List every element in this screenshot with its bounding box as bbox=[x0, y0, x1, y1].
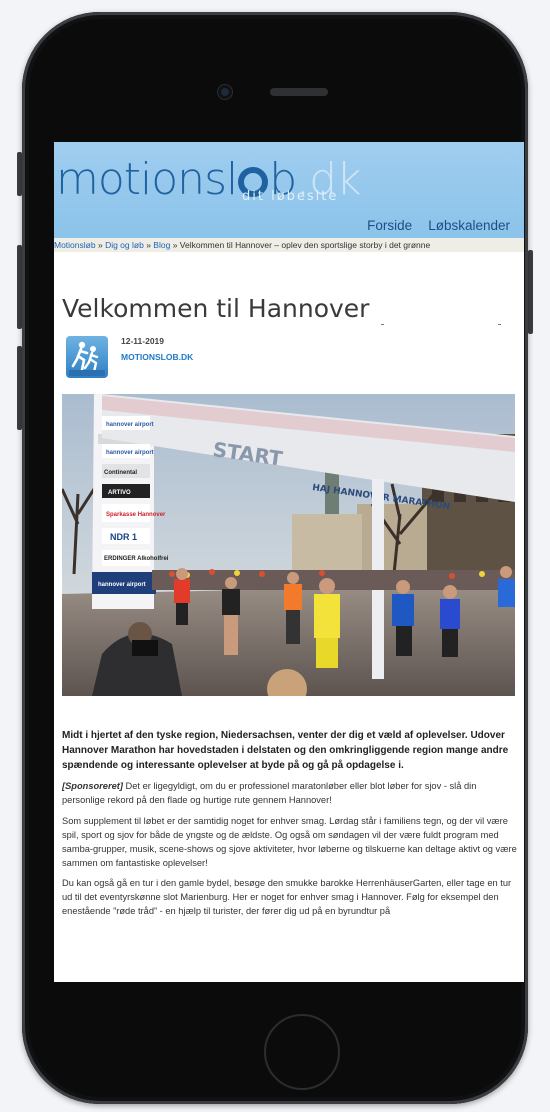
breadcrumb-link-dig-og-lob[interactable]: Dig og løb bbox=[105, 240, 144, 250]
marathon-start-photo: START HAJ HANNOVER MARATHON hannover air… bbox=[62, 394, 515, 696]
article-paragraph: Du kan også gå en tur i den gamle bydel,… bbox=[62, 877, 512, 917]
phone-screen: motionsl b.dk dit løbesite Forside Løbska… bbox=[54, 142, 524, 982]
post-date: 12-11-2019 bbox=[121, 336, 165, 346]
main-nav: Forside Løbskalender bbox=[367, 218, 510, 233]
breadcrumb-separator: » bbox=[146, 240, 151, 250]
sponsor-board: Sparkasse Hannover bbox=[106, 512, 166, 518]
title-divider-mark bbox=[498, 324, 501, 325]
breadcrumb-separator: » bbox=[97, 240, 103, 250]
nav-link-forside[interactable]: Forside bbox=[367, 218, 412, 233]
breadcrumb-separator: » bbox=[172, 240, 178, 250]
site-header: motionsl b.dk dit løbesite Forside Løbska… bbox=[54, 142, 524, 238]
runners-logo-icon bbox=[69, 341, 105, 376]
article-lead: Midt i hjertet af den tyske region, Nied… bbox=[62, 730, 509, 771]
article-body: Midt i hjertet af den tyske region, Nied… bbox=[62, 729, 517, 924]
sponsor-board: hannover airport bbox=[106, 450, 154, 456]
breadcrumb-current: Velkommen til Hannover – oplev den sport… bbox=[179, 240, 431, 250]
breadcrumb-link-blog[interactable]: Blog bbox=[153, 240, 170, 250]
front-camera bbox=[218, 85, 232, 99]
sponsor-board: hannover airport bbox=[106, 422, 154, 428]
sponsor-board: hannover airport bbox=[98, 582, 146, 588]
nav-link-lobskalender[interactable]: Løbskalender bbox=[428, 218, 510, 233]
title-divider-mark bbox=[381, 324, 384, 325]
page-title: Velkommen til Hannover bbox=[62, 294, 370, 323]
author-avatar[interactable] bbox=[66, 336, 108, 378]
sponsor-board: ARTIVO bbox=[108, 490, 131, 496]
sponsored-label: [Sponsoreret] bbox=[62, 781, 123, 792]
power-button bbox=[528, 250, 533, 334]
sponsored-paragraph: [Sponsoreret] Det er ligegyldigt, om du … bbox=[62, 779, 517, 807]
logo-text: motionsl bbox=[56, 154, 238, 205]
sponsor-board: Continental bbox=[104, 470, 137, 476]
earpiece-speaker bbox=[270, 88, 328, 96]
breadcrumb: Motionsløb » Dig og løb » Blog » Velkomm… bbox=[54, 238, 524, 252]
sponsor-board: ERDINGER Alkoholfrei bbox=[104, 556, 169, 562]
post-author-link[interactable]: MOTIONSLOB.DK bbox=[121, 352, 193, 362]
hero-image: START HAJ HANNOVER MARATHON hannover air… bbox=[62, 394, 515, 696]
article-paragraph: Som supplement til løbet er der samtidig… bbox=[62, 815, 517, 868]
site-tagline: dit løbesite bbox=[242, 189, 339, 204]
home-button[interactable] bbox=[264, 1014, 340, 1090]
sponsor-board: NDR 1 bbox=[110, 532, 137, 542]
sponsored-text: Det er ligegyldigt, om du er professione… bbox=[62, 781, 477, 806]
breadcrumb-link-motionslob[interactable]: Motionsløb bbox=[54, 240, 96, 250]
